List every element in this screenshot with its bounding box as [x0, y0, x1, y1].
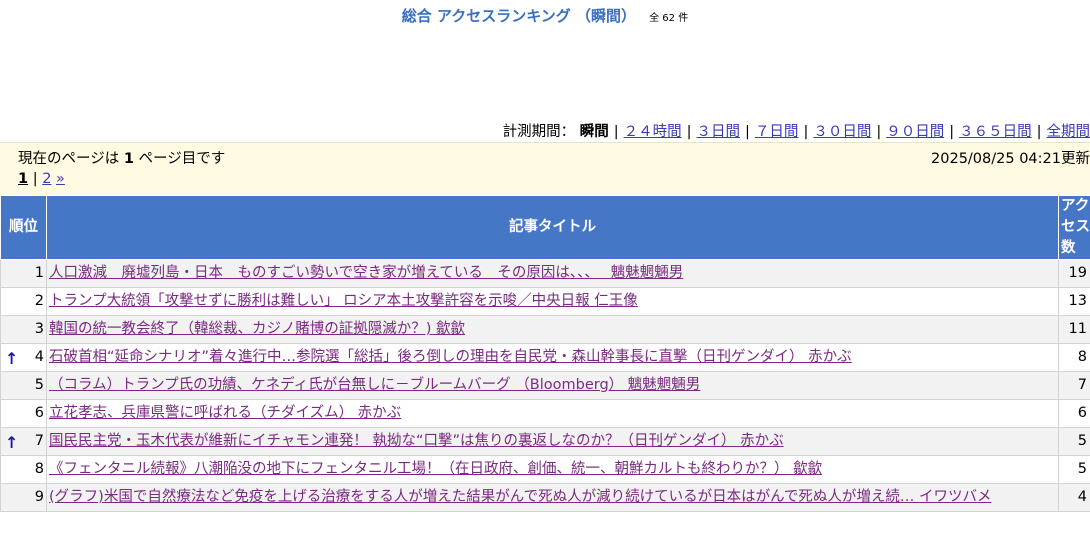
table-row: 3 韓国の統一教会終了（韓総裁、カジノ賭博の証拠隠滅か？) 歙歙 11 [0, 315, 1090, 344]
period-link-24h[interactable]: ２４時間 [624, 124, 682, 140]
article-title-link[interactable]: トランプ大統領「攻撃せずに勝利は難しい」 ロシア本土攻撃許容を示唆／中央日報 仁… [49, 293, 638, 309]
pager-page-2[interactable]: 2 [42, 171, 51, 187]
period-link-3d[interactable]: ３日間 [697, 124, 741, 140]
rank-number: 5 [34, 377, 44, 393]
article-title-link[interactable]: 韓国の統一教会終了（韓総裁、カジノ賭博の証拠隠滅か？) 歙歙 [49, 321, 465, 337]
article-title-link[interactable]: 人口激減 廃墟列島・日本 ものすごい勢いで空き家が増えている その原因は、、、 … [49, 265, 683, 281]
page-title: 総合 アクセスランキング （瞬間） [401, 7, 637, 25]
access-count: 4 [1058, 483, 1090, 512]
header-rank: 順位 [0, 195, 47, 260]
access-count: 6 [1058, 399, 1090, 428]
table-row: 8 《フェンタニル続報》八潮陥没の地下にフェンタニル工場！（在日政府、創価、統一… [0, 455, 1090, 484]
pager-next[interactable]: » [56, 171, 65, 187]
access-count: 7 [1058, 371, 1090, 400]
table-row: 2 トランプ大統領「攻撃せずに勝利は難しい」 ロシア本土攻撃許容を示唆／中央日報… [0, 287, 1090, 316]
rank-number: 3 [34, 321, 44, 337]
pager: 1 | 2 » [18, 171, 65, 187]
rank-number: 4 [34, 349, 44, 365]
header-title: 記事タイトル [46, 195, 1059, 260]
rank-number: 9 [34, 489, 44, 505]
access-count: 11 [1058, 315, 1090, 344]
access-count: 19 [1058, 259, 1090, 288]
access-count: 13 [1058, 287, 1090, 316]
table-row: ↑ 4 石破首相“延命シナリオ”着々進行中…参院選「総括」後ろ倒しの理由を自民党・… [0, 343, 1090, 372]
article-title-link[interactable]: 立花孝志、兵庫県警に呼ばれる（チダイズム） 赤かぶ [49, 405, 401, 421]
info-bar: 現在のページは 1 ページ目です 2025/08/25 04:21更新 1 | … [0, 142, 1090, 196]
table-header-row: 順位 記事タイトル アクセス数 [0, 195, 1090, 260]
rank-up-arrow-icon: ↑ [5, 433, 19, 452]
period-label: 計測期間： [502, 124, 576, 140]
article-title-link[interactable]: (グラフ)米国で自然療法など免疫を上げる治療をする人が増えた結果がんで死ぬ人が減… [49, 489, 991, 505]
period-link-365d[interactable]: ３６５日間 [959, 124, 1032, 140]
period-link-7d[interactable]: ７日間 [755, 124, 799, 140]
table-row: 9 (グラフ)米国で自然療法など免疫を上げる治療をする人が増えた結果がんで死ぬ人… [0, 483, 1090, 512]
access-count: 5 [1058, 455, 1090, 484]
article-title-link[interactable]: （コラム）トランプ氏の功績、ケネディ氏が台無しに－ブルームバーグ （Bloomb… [49, 377, 700, 393]
header-access: アクセス数 [1058, 195, 1090, 260]
rank-up-arrow-icon: ↑ [5, 349, 19, 368]
item-count: 全 62 件 [649, 13, 689, 24]
period-link-all[interactable]: 全期間 [1047, 124, 1090, 140]
rank-number: 7 [34, 433, 44, 449]
table-row: ↑ 7 国民民主党・玉木代表が維新にイチャモン連発！ 執拗な“口撃”は焦りの裏返し… [0, 427, 1090, 456]
updated-timestamp: 2025/08/25 04:21更新 [931, 151, 1090, 167]
page-info: 現在のページは 1 ページ目です [18, 151, 226, 167]
pager-current: 1 [18, 171, 29, 187]
period-current: 瞬間 [579, 124, 609, 140]
period-selector: 計測期間： 瞬間 | ２４時間 | ３日間 | ７日間 | ３０日間 | ９０日間 | ３６５日間 | 全期… [502, 124, 1090, 140]
period-link-30d[interactable]: ３０日間 [813, 124, 871, 140]
page-number: 1 [123, 151, 134, 167]
article-title-link[interactable]: 国民民主党・玉木代表が維新にイチャモン連発！ 執拗な“口撃”は焦りの裏返しなのか… [49, 433, 784, 449]
access-count: 5 [1058, 427, 1090, 456]
article-title-link[interactable]: 《フェンタニル続報》八潮陥没の地下にフェンタニル工場！（在日政府、創価、統一、朝… [49, 461, 822, 477]
rank-number: 1 [34, 265, 44, 281]
period-link-90d[interactable]: ９０日間 [886, 124, 944, 140]
access-count: 8 [1058, 343, 1090, 372]
rank-number: 2 [34, 293, 44, 309]
rank-number: 8 [34, 461, 44, 477]
table-row: 5 （コラム）トランプ氏の功績、ケネディ氏が台無しに－ブルームバーグ （Bloo… [0, 371, 1090, 400]
rank-number: 6 [34, 405, 44, 421]
ranking-table: 順位 記事タイトル アクセス数 1 人口激減 廃墟列島・日本 ものすごい勢いで空… [0, 195, 1090, 512]
page-header: 総合 アクセスランキング （瞬間） 全 62 件 [0, 5, 1090, 26]
table-row: 1 人口激減 廃墟列島・日本 ものすごい勢いで空き家が増えている その原因は、、… [0, 259, 1090, 288]
table-row: 6 立花孝志、兵庫県警に呼ばれる（チダイズム） 赤かぶ 6 [0, 399, 1090, 428]
article-title-link[interactable]: 石破首相“延命シナリオ”着々進行中…参院選「総括」後ろ倒しの理由を自民党・森山幹… [49, 349, 852, 365]
